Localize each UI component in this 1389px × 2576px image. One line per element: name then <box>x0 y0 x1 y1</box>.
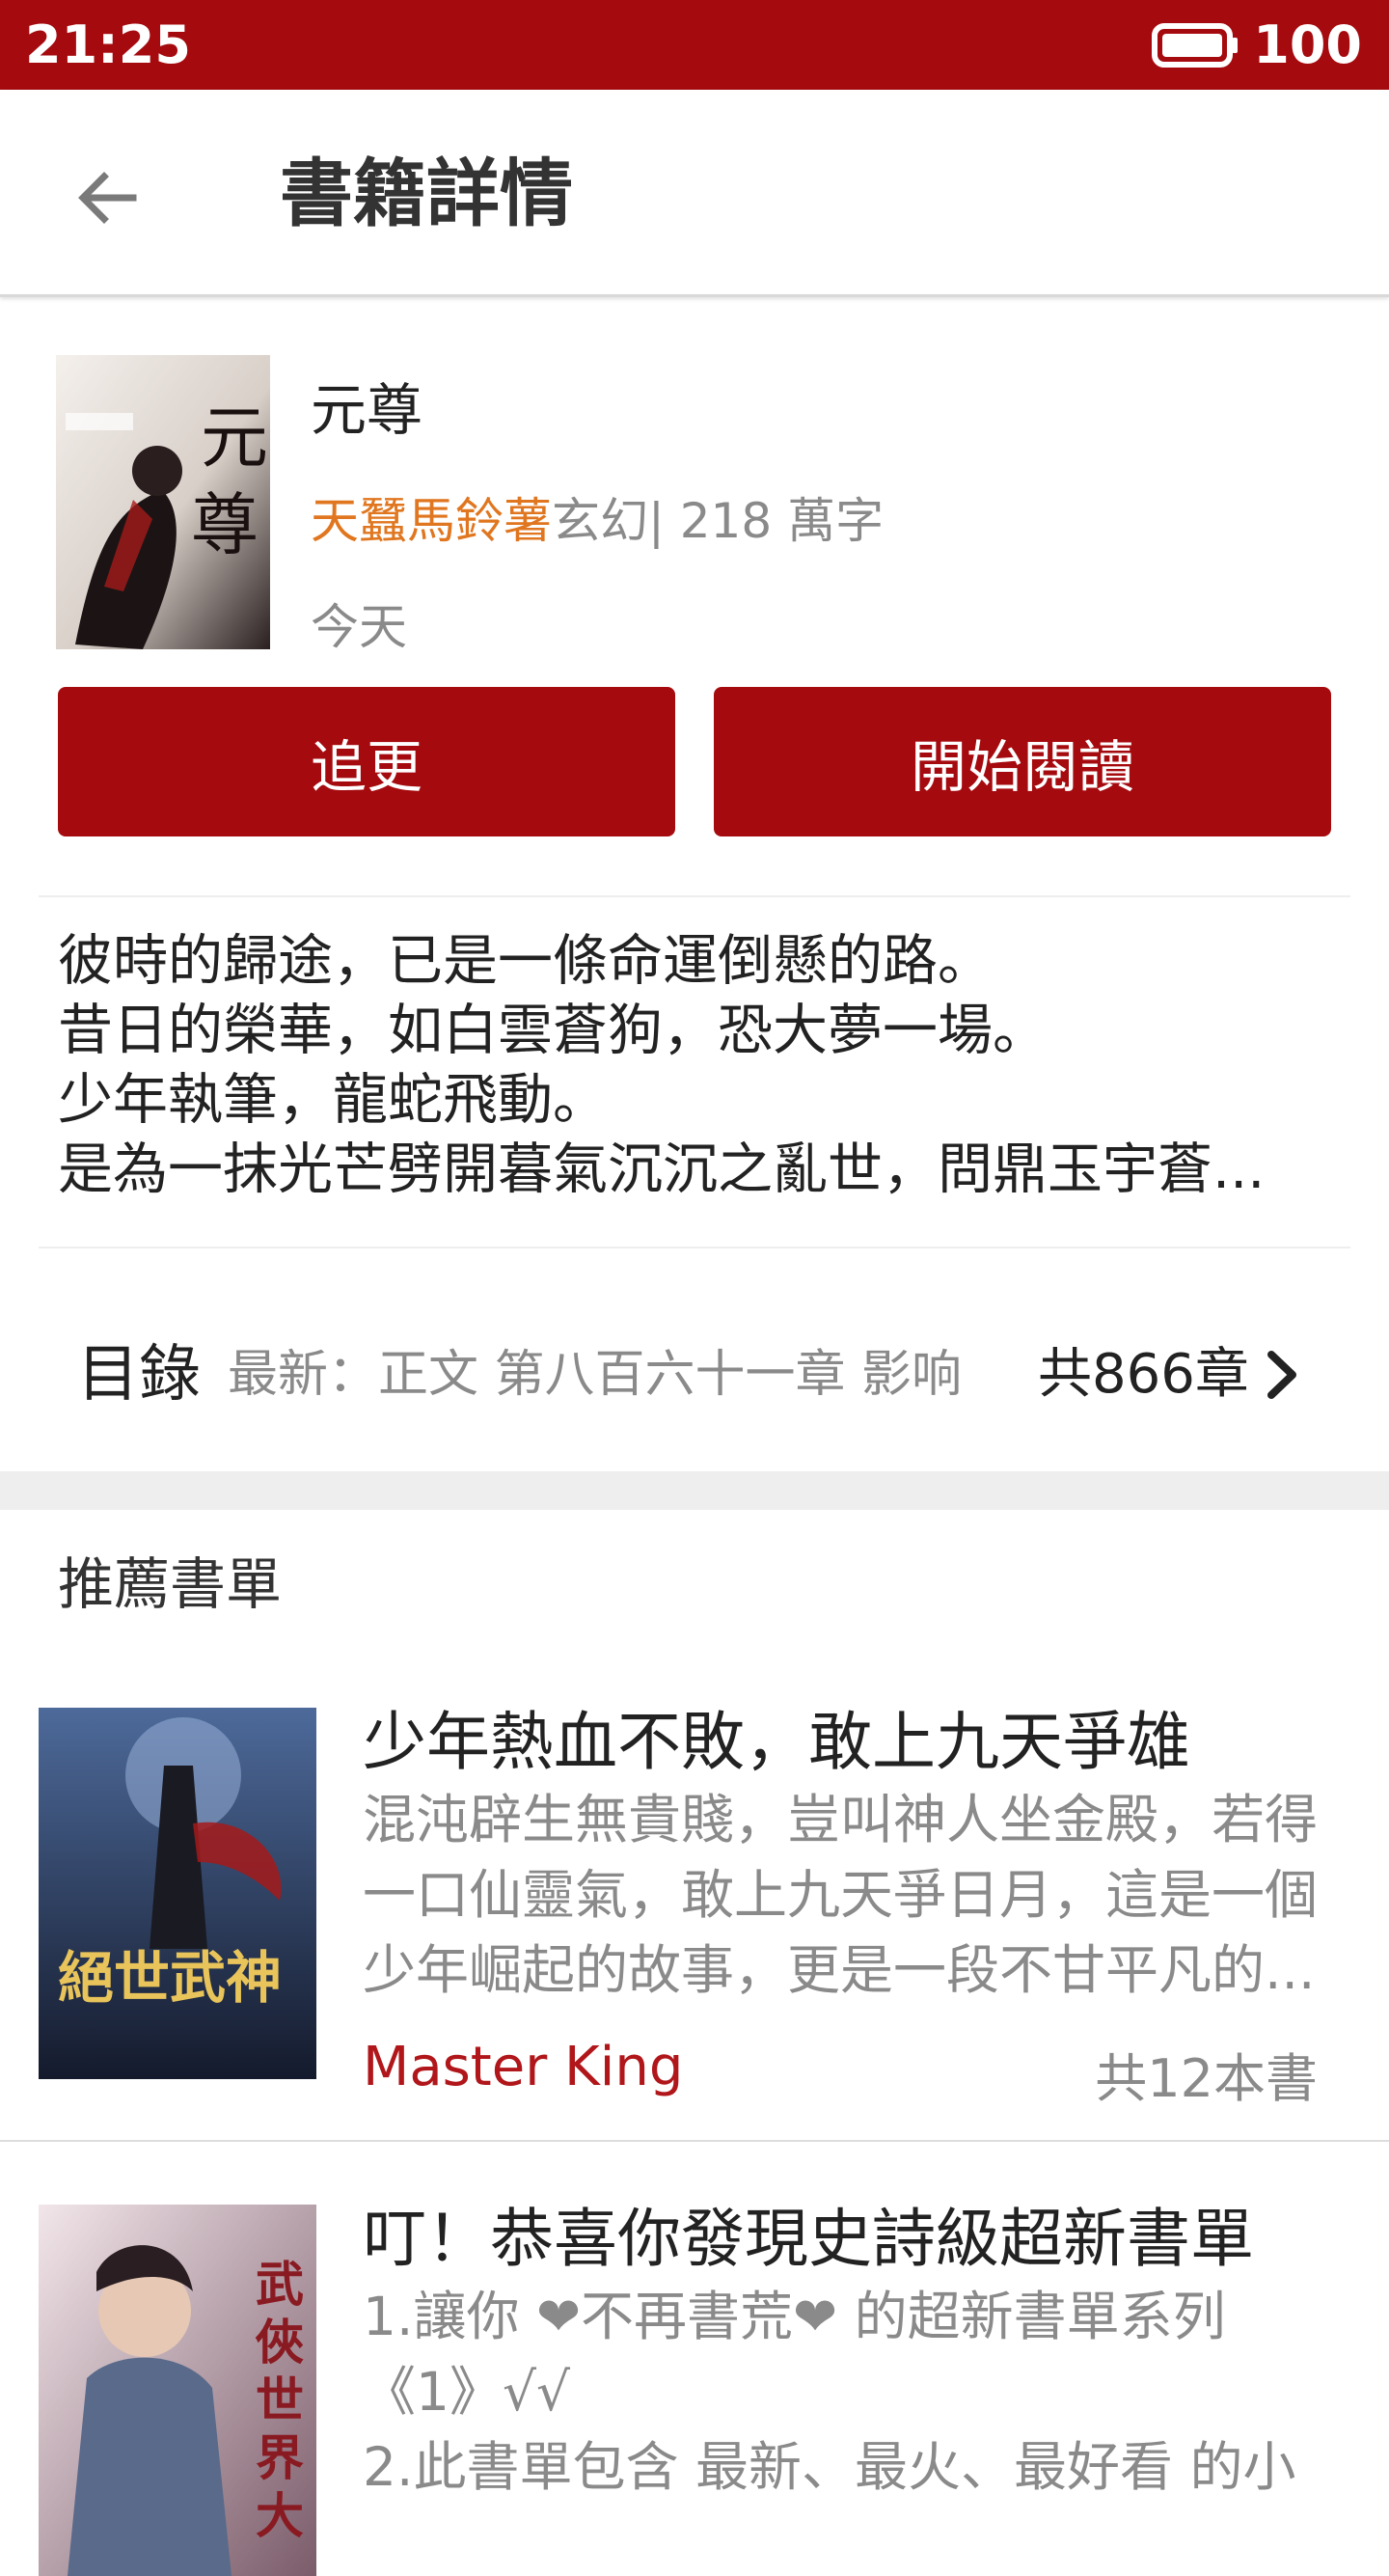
cover-title-char: 武 <box>256 2256 304 2313</box>
list-description: 1.讓你 ❤不再書荒❤ 的超新書單系列 《1》√√ 2.此書單包含 最新、最火、… <box>363 2279 1356 2505</box>
divider <box>39 895 1350 897</box>
list-author[interactable]: Master King <box>363 2036 683 2098</box>
list-description-line: 少年崛起的故事，更是一段不甘平凡的... <box>363 1939 1316 2001</box>
cover-title-text: 絕世武神 <box>58 1945 282 2011</box>
battery-icon <box>1152 22 1239 68</box>
follow-button[interactable]: 追更 <box>58 687 675 836</box>
cover-title-char: 大 <box>256 2487 304 2544</box>
list-description-line: 《1》√√ <box>363 2361 571 2423</box>
list-title: 少年熱血不敗，敢上九天爭雄 <box>363 1705 1190 1779</box>
cover-title-char: 界 <box>256 2429 304 2486</box>
book-title: 元尊 <box>311 377 423 443</box>
list-description-line: 一口仙靈氣，敢上九天爭日月，這是一個 <box>363 1864 1319 1926</box>
synopsis-line: 是為一抹光芒劈開暮氣沉沉之亂世，問鼎玉宇蒼... <box>58 1137 1266 1201</box>
list-description-line: 1.讓你 ❤不再書荒❤ 的超新書單系列 <box>363 2286 1226 2347</box>
page-title: 書籍詳情 <box>280 151 573 236</box>
synopsis-line: 彼時的歸途，已是一條命運倒懸的路。 <box>58 929 993 993</box>
battery-indicator: 100 <box>1151 0 1362 90</box>
table-of-contents-row[interactable]: 目錄 最新：正文 第八百六十一章 影响 共866章 <box>0 1254 1389 1495</box>
book-meta: 天蠶馬鈴薯玄幻| 218 萬字 <box>311 482 884 552</box>
divider <box>0 2140 1389 2142</box>
cover-title-char-2: 尊 <box>191 485 259 564</box>
cover-title-char: 俠 <box>255 2314 304 2370</box>
cover-title-char-1: 元 <box>201 398 268 478</box>
status-time: 21:25 <box>25 14 191 75</box>
toc-latest-chapter: 最新：正文 第八百六十一章 影响 <box>228 1346 963 1404</box>
battery-level: 100 <box>1253 14 1362 75</box>
arrow-left-icon <box>78 172 137 224</box>
cover-title-char: 世 <box>256 2371 304 2428</box>
status-bar: 21:25 100 <box>0 0 1389 90</box>
synopsis-line: 少年執筆，龍蛇飛動。 <box>58 1068 608 1132</box>
book-synopsis[interactable]: 彼時的歸途，已是一條命運倒懸的路。 昔日的榮華，如白雲蒼狗，恐大夢一場。 少年執… <box>58 926 1350 1204</box>
recommended-list-item[interactable]: 絕世武神 少年熱血不敗，敢上九天爭雄 混沌辟生無貴賤，豈叫神人坐金殿，若得 一口… <box>0 1693 1389 2142</box>
book-cover: 元 尊 <box>56 355 270 649</box>
chevron-right-icon <box>1267 1351 1296 1399</box>
toc-label: 目錄 <box>77 1339 201 1411</box>
recommended-lists-heading: 推薦書單 <box>58 1551 283 1617</box>
list-book-count: 共12本書 <box>1095 2048 1318 2109</box>
list-description: 混沌辟生無貴賤，豈叫神人坐金殿，若得 一口仙靈氣，敢上九天爭日月，這是一個 少年… <box>363 1782 1356 2008</box>
list-description-line: 2.此書單包含 最新、最火、最好看 的小 <box>363 2436 1296 2498</box>
list-title: 叮！恭喜你發現史詩級超新書單 <box>363 2202 1254 2276</box>
section-separator <box>0 1471 1389 1510</box>
start-reading-button[interactable]: 開始閱讀 <box>714 687 1331 836</box>
synopsis-line: 昔日的榮華，如白雲蒼狗，恐大夢一場。 <box>58 999 1048 1062</box>
recommended-list-item[interactable]: 武 俠 世 界 大 叮！恭喜你發現史詩級超新書單 1.讓你 ❤不再書荒❤ 的超新… <box>0 2190 1389 2576</box>
list-description-line: 混沌辟生無貴賤，豈叫神人坐金殿，若得 <box>363 1789 1319 1850</box>
book-author[interactable]: 天蠶馬鈴薯 <box>311 493 552 549</box>
book-category-words: 玄幻| 218 萬字 <box>552 493 885 549</box>
app-bar: 書籍詳情 <box>0 90 1389 297</box>
book-updated: 今天 <box>311 599 407 655</box>
divider <box>39 1247 1350 1248</box>
list-cover: 武 俠 世 界 大 <box>39 2205 316 2576</box>
list-cover: 絕世武神 <box>39 1708 316 2079</box>
toc-chapter-count: 共866章 <box>1038 1343 1249 1406</box>
back-button[interactable] <box>58 148 158 248</box>
